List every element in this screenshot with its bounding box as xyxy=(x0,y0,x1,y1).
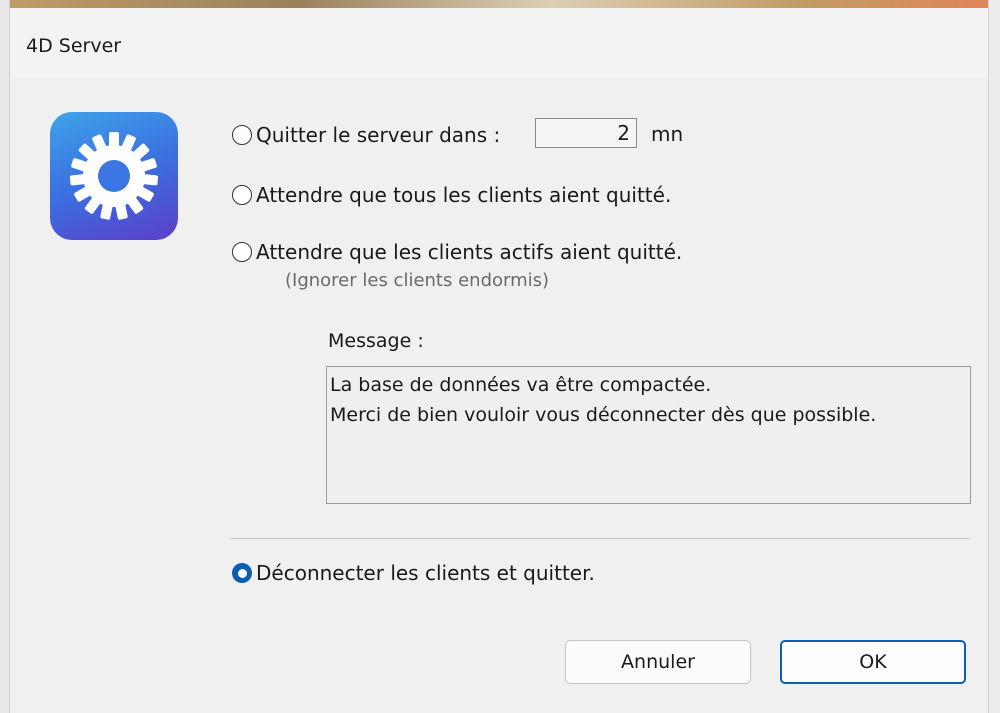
option-disconnect-label: Déconnecter les clients et quitter. xyxy=(256,561,595,585)
radio-wait-all[interactable] xyxy=(232,185,252,205)
option-wait-active-hint: (Ignorer les clients endormis) xyxy=(285,270,550,291)
window-edge-right xyxy=(988,0,1000,713)
screen: 4D Server Quitter le serveur dans: 2 mn… xyxy=(0,0,1000,713)
gear-icon-graphic xyxy=(69,132,159,220)
minutes-input[interactable]: 2 xyxy=(535,118,637,148)
window-edge-left xyxy=(0,0,10,713)
title-bar[interactable]: 4D Server xyxy=(10,8,988,78)
desktop-background-strip xyxy=(0,0,1000,8)
option-wait-active-label: Attendre que les clients actifs aient qu… xyxy=(256,240,683,264)
separator xyxy=(230,538,970,539)
option-wait-active[interactable]: Attendre que les clients actifs aient qu… xyxy=(232,240,682,264)
radio-disconnect[interactable] xyxy=(232,563,252,583)
message-label: Message : xyxy=(328,330,424,352)
option-quit-in-label: Quitter le serveur dans : xyxy=(256,123,501,147)
option-wait-all-label: Attendre que tous les clients aient quit… xyxy=(256,183,672,207)
cancel-button[interactable]: Annuler xyxy=(565,640,751,684)
option-disconnect[interactable]: Déconnecter les clients et quitter. xyxy=(232,561,595,585)
gear-icon xyxy=(50,112,178,240)
message-textarea[interactable]: La base de données va être compactée. Me… xyxy=(326,366,971,504)
radio-wait-active[interactable] xyxy=(232,242,252,262)
option-wait-all[interactable]: Attendre que tous les clients aient quit… xyxy=(232,183,671,207)
ok-button[interactable]: OK xyxy=(780,640,966,684)
option-quit-in[interactable]: Quitter le serveur dans : xyxy=(232,123,500,147)
dialog-window: 4D Server Quitter le serveur dans: 2 mn… xyxy=(10,8,988,713)
window-title: 4D Server xyxy=(26,35,122,57)
minutes-unit: mn xyxy=(651,122,684,146)
radio-quit-in[interactable] xyxy=(232,125,252,145)
